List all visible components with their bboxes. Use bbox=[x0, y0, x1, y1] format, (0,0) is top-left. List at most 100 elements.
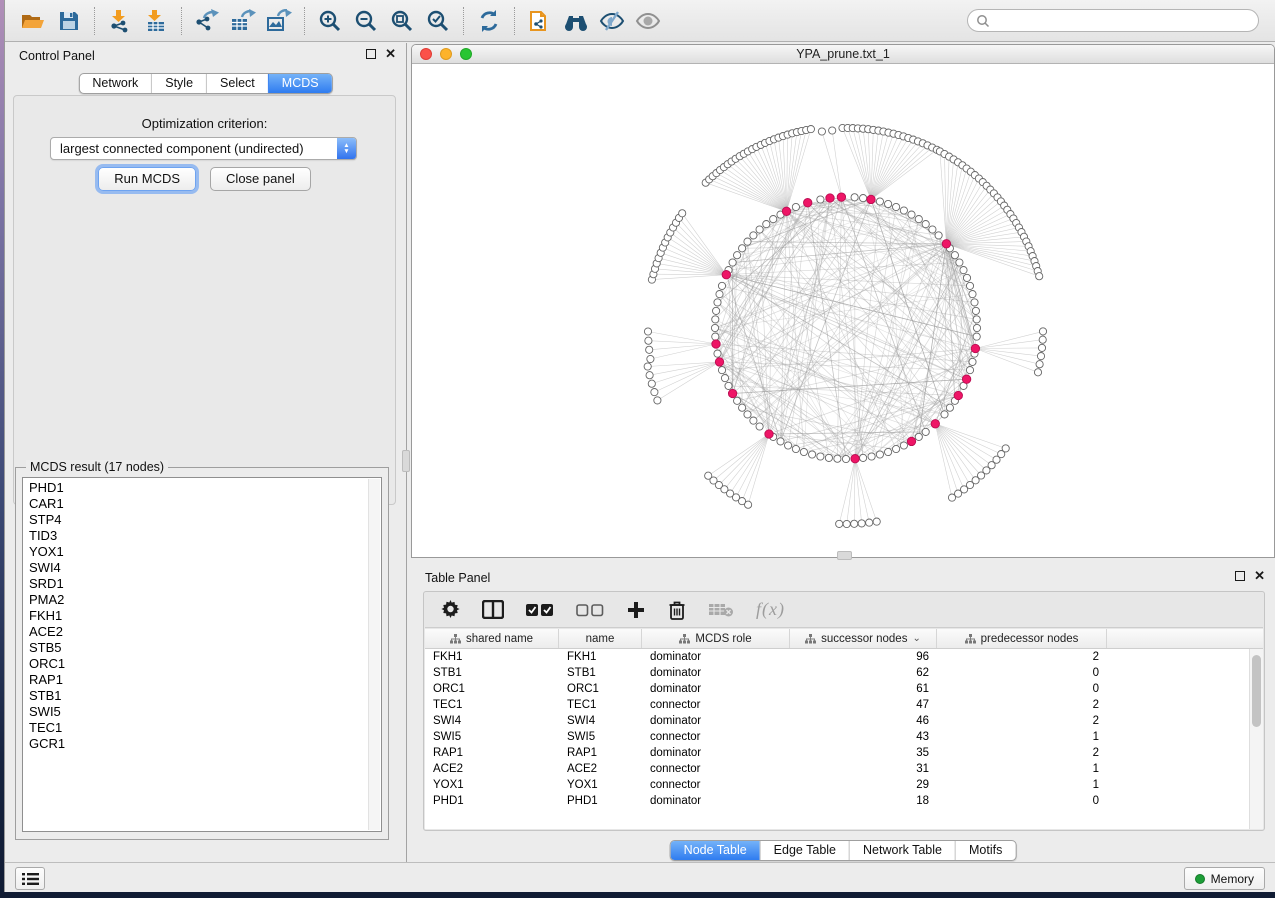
export-table-icon[interactable] bbox=[225, 5, 261, 37]
table-row[interactable]: FKH1FKH1dominator962 bbox=[425, 649, 1263, 665]
mcds-result-item[interactable]: PMA2 bbox=[23, 592, 381, 608]
zoom-selected-icon[interactable] bbox=[420, 5, 456, 37]
mcds-result-item[interactable]: TEC1 bbox=[23, 720, 381, 736]
tab-mcds[interactable]: MCDS bbox=[268, 74, 332, 93]
table-row[interactable]: PHD1PHD1dominator180 bbox=[425, 793, 1263, 809]
optimization-criterion-select[interactable]: largest connected component (undirected)… bbox=[50, 137, 357, 160]
node-table: shared name nameMCDS rolesuccessor nodes⌄… bbox=[425, 629, 1263, 829]
column-header-successor-nodes[interactable]: successor nodes⌄ bbox=[790, 629, 937, 648]
mcds-result-item[interactable]: ORC1 bbox=[23, 656, 381, 672]
cell-name: YOX1 bbox=[559, 779, 642, 791]
mcds-result-item[interactable]: TID3 bbox=[23, 528, 381, 544]
table-settings-gear-icon[interactable] bbox=[441, 598, 460, 622]
table-row[interactable]: ACE2ACE2connector311 bbox=[425, 761, 1263, 777]
mcds-result-item[interactable]: PHD1 bbox=[23, 478, 381, 496]
import-network-icon[interactable] bbox=[102, 5, 138, 37]
cell-successor-nodes: 35 bbox=[790, 747, 937, 759]
network-window-titlebar: YPA_prune.txt_1 bbox=[412, 45, 1274, 64]
table-scrollbar-thumb[interactable] bbox=[1252, 655, 1261, 727]
show-columns-icon[interactable] bbox=[482, 598, 504, 622]
tab-network[interactable]: Network bbox=[79, 74, 151, 93]
tab-node-table[interactable]: Node Table bbox=[671, 841, 760, 860]
zoom-in-icon[interactable] bbox=[312, 5, 348, 37]
column-header-shared-name[interactable]: shared name bbox=[425, 629, 559, 648]
cell-mcds-role: connector bbox=[642, 779, 790, 791]
mcds-result-item[interactable]: FKH1 bbox=[23, 608, 381, 624]
column-header-mcds-role[interactable]: MCDS role bbox=[642, 629, 790, 648]
column-header-name[interactable]: name bbox=[559, 629, 642, 648]
export-network-icon[interactable] bbox=[189, 5, 225, 37]
cell-shared-name: TEC1 bbox=[425, 699, 559, 711]
mcds-result-list[interactable]: PHD1CAR1STP4TID3YOX1SWI4SRD1PMA2FKH1ACE2… bbox=[22, 477, 382, 832]
tab-motifs[interactable]: Motifs bbox=[955, 841, 1015, 860]
tab-select[interactable]: Select bbox=[206, 74, 268, 93]
mcds-result-item[interactable]: CAR1 bbox=[23, 496, 381, 512]
table-toolbar: f(x) bbox=[425, 592, 1263, 628]
cell-predecessor-nodes: 0 bbox=[937, 667, 1107, 679]
mcds-result-item[interactable]: STB5 bbox=[23, 640, 381, 656]
zoom-fit-icon[interactable] bbox=[384, 5, 420, 37]
network-graph[interactable] bbox=[412, 65, 1275, 558]
toolbar-separator bbox=[463, 7, 464, 35]
mcds-result-item[interactable]: RAP1 bbox=[23, 672, 381, 688]
search-input[interactable] bbox=[995, 14, 1250, 28]
delete-table-icon bbox=[708, 598, 734, 622]
task-history-button[interactable] bbox=[15, 867, 45, 890]
zoom-out-icon[interactable] bbox=[348, 5, 384, 37]
mcds-result-item[interactable]: ACE2 bbox=[23, 624, 381, 640]
delete-column-icon[interactable] bbox=[668, 598, 686, 622]
save-session-icon[interactable] bbox=[51, 5, 87, 37]
table-scrollbar[interactable] bbox=[1249, 649, 1263, 829]
float-table-panel-icon[interactable] bbox=[1235, 571, 1245, 581]
table-row[interactable]: STB1STB1dominator620 bbox=[425, 665, 1263, 681]
tab-style[interactable]: Style bbox=[151, 74, 206, 93]
select-all-checkboxes-icon[interactable] bbox=[526, 598, 554, 622]
table-row[interactable]: TEC1TEC1connector472 bbox=[425, 697, 1263, 713]
tab-edge-table[interactable]: Edge Table bbox=[760, 841, 849, 860]
mcds-result-item[interactable]: STB1 bbox=[23, 688, 381, 704]
hide-graphics-details-icon[interactable] bbox=[594, 5, 630, 37]
cell-shared-name: ORC1 bbox=[425, 683, 559, 695]
deselect-all-checkboxes-icon[interactable] bbox=[576, 598, 604, 622]
close-table-panel-icon[interactable]: ✕ bbox=[1254, 571, 1265, 581]
vertical-splitter-handle[interactable] bbox=[402, 450, 410, 472]
mcds-result-item[interactable]: YOX1 bbox=[23, 544, 381, 560]
mcds-result-item[interactable]: SWI5 bbox=[23, 704, 381, 720]
table-row[interactable]: YOX1YOX1connector291 bbox=[425, 777, 1263, 793]
import-table-icon[interactable] bbox=[138, 5, 174, 37]
cell-name: FKH1 bbox=[559, 651, 642, 663]
open-session-icon[interactable] bbox=[15, 5, 51, 37]
mcds-result-item[interactable]: STP4 bbox=[23, 512, 381, 528]
cell-mcds-role: dominator bbox=[642, 795, 790, 807]
tab-network-table[interactable]: Network Table bbox=[849, 841, 955, 860]
add-column-icon[interactable] bbox=[626, 598, 646, 622]
close-panel-icon[interactable]: ✕ bbox=[385, 49, 396, 59]
mcds-result-item[interactable]: SWI4 bbox=[23, 560, 381, 576]
cell-mcds-role: dominator bbox=[642, 683, 790, 695]
close-panel-button[interactable]: Close panel bbox=[210, 167, 311, 191]
table-row[interactable]: ORC1ORC1dominator610 bbox=[425, 681, 1263, 697]
float-panel-icon[interactable] bbox=[366, 49, 376, 59]
column-header-predecessor-nodes[interactable]: predecessor nodes bbox=[937, 629, 1107, 648]
mcds-result-item[interactable]: SRD1 bbox=[23, 576, 381, 592]
share-network-file-icon[interactable] bbox=[522, 5, 558, 37]
toolbar-separator bbox=[94, 7, 95, 35]
memory-button[interactable]: Memory bbox=[1184, 867, 1265, 890]
search-box[interactable] bbox=[967, 9, 1259, 32]
column-label: shared name bbox=[466, 633, 533, 645]
table-row[interactable]: RAP1RAP1dominator352 bbox=[425, 745, 1263, 761]
table-row[interactable]: SWI5SWI5connector431 bbox=[425, 729, 1263, 745]
run-mcds-button[interactable]: Run MCDS bbox=[98, 167, 196, 191]
cell-successor-nodes: 96 bbox=[790, 651, 937, 663]
cell-name: SWI5 bbox=[559, 731, 642, 743]
table-row[interactable]: SWI4SWI4dominator462 bbox=[425, 713, 1263, 729]
refresh-view-icon[interactable] bbox=[471, 5, 507, 37]
mcds-list-scrollbar[interactable] bbox=[368, 479, 380, 830]
export-image-icon[interactable] bbox=[261, 5, 297, 37]
search-binoculars-icon[interactable] bbox=[558, 5, 594, 37]
table-panel: Table Panel ✕ bbox=[411, 565, 1275, 858]
horizontal-splitter-handle[interactable] bbox=[837, 551, 852, 560]
cell-shared-name: STB1 bbox=[425, 667, 559, 679]
sort-indicator-icon: ⌄ bbox=[912, 635, 920, 643]
mcds-result-item[interactable]: GCR1 bbox=[23, 736, 381, 752]
